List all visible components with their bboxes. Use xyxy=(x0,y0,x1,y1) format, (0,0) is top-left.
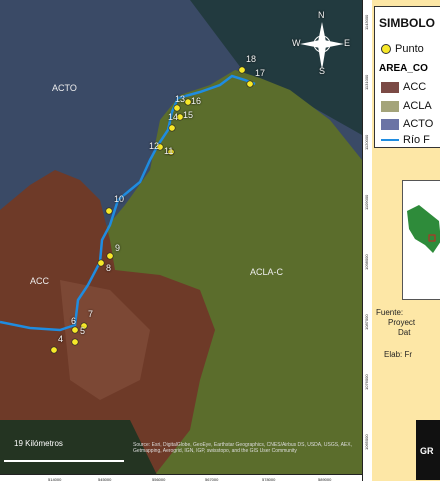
point-label-13: 13 xyxy=(175,94,186,104)
point-label-12: 12 xyxy=(149,141,160,151)
y-tick: 1076000 xyxy=(364,374,369,390)
legend-area-item-acc: ACC xyxy=(381,81,426,93)
y-tick: 1087000 xyxy=(364,314,369,330)
y-tick: 1098000 xyxy=(364,254,369,270)
point-symbol-icon xyxy=(381,44,391,55)
point-label-8: 8 xyxy=(106,263,112,273)
river-line-icon xyxy=(381,139,399,142)
sampling-point-8[interactable] xyxy=(97,259,105,267)
x-coordinate-bar: 514000 545000 556000 567000 578000 58900… xyxy=(0,474,362,481)
source-line: Fuente: xyxy=(376,308,404,317)
y-tick: 1065000 xyxy=(364,434,369,450)
map-frame[interactable]: ACTO ACC ACLA-C N S W E 4 5 6 7 8 9 10 1… xyxy=(0,0,362,481)
legend-area-label: ACTO xyxy=(403,118,434,130)
x-tick: 556000 xyxy=(152,477,166,481)
map-layout: ACTO ACC ACLA-C N S W E 4 5 6 7 8 9 10 1… xyxy=(0,0,440,481)
legend-point-item: Punto xyxy=(381,43,424,55)
point-label-5: 5 xyxy=(80,326,86,336)
point-label-9: 9 xyxy=(115,243,121,253)
sampling-point-6[interactable] xyxy=(71,326,79,334)
source-line: Dat xyxy=(398,328,411,337)
legend-area-label: ACLA xyxy=(403,100,432,112)
x-tick: 578000 xyxy=(262,477,276,481)
point-label-18: 18 xyxy=(246,54,257,64)
point-label-7: 7 xyxy=(88,309,94,319)
point-label-14: 14 xyxy=(168,112,179,122)
scale-bar xyxy=(4,450,124,462)
legend-area-label: ACC xyxy=(403,81,427,93)
acla-swatch-icon xyxy=(381,100,399,112)
legend-area-header: AREA_CO xyxy=(379,63,428,74)
sampling-point-10[interactable] xyxy=(105,207,113,215)
sampling-point-5[interactable] xyxy=(71,338,79,346)
point-label-6: 6 xyxy=(71,316,77,326)
y-tick: 1109000 xyxy=(364,194,369,210)
area-label-acto: ACTO xyxy=(52,83,77,93)
point-label-4: 4 xyxy=(58,334,64,344)
sampling-point-17[interactable] xyxy=(246,80,254,88)
side-panel: SIMBOLO Punto AREA_CO ACC ACLA ACTO Río … xyxy=(372,0,440,481)
elaborated-by: Elab: Fr xyxy=(384,350,413,359)
y-tick: 1131000 xyxy=(364,74,369,90)
legend-point-label: Punto xyxy=(395,43,424,55)
point-label-17: 17 xyxy=(255,68,266,78)
x-tick: 589000 xyxy=(318,477,332,481)
logo-text: GR xyxy=(420,446,434,456)
acc-swatch-icon xyxy=(381,81,399,93)
x-tick: 545000 xyxy=(98,477,112,481)
x-tick: 514000 xyxy=(48,477,62,481)
area-label-acc: ACC xyxy=(30,276,50,286)
area-label-acla-c: ACLA-C xyxy=(250,267,284,277)
north-arrow: N S W E xyxy=(292,10,352,76)
x-tick: 567000 xyxy=(205,477,219,481)
sampling-point-18[interactable] xyxy=(238,66,246,74)
acto-swatch-icon xyxy=(381,118,399,130)
scale-label: 19 Kilómetros xyxy=(14,439,63,448)
y-tick: 1120000 xyxy=(364,134,369,150)
y-tick: 1143000 xyxy=(364,14,369,30)
source-line: Proyect xyxy=(388,318,416,327)
point-label-11: 11 xyxy=(164,146,174,156)
compass-w: W xyxy=(292,38,301,48)
sampling-point-9[interactable] xyxy=(106,252,114,260)
legend-area-item-acla: ACLA xyxy=(381,100,432,112)
legend-river-item: Río F xyxy=(381,134,430,146)
point-label-15: 15 xyxy=(183,110,194,120)
sampling-point-13[interactable] xyxy=(173,104,181,112)
legend-box: SIMBOLO Punto AREA_CO ACC ACLA ACTO Río … xyxy=(374,6,440,148)
logo-block: GR xyxy=(416,420,440,480)
locator-inset-map xyxy=(402,180,440,300)
sampling-point-4[interactable] xyxy=(50,346,58,354)
compass-s: S xyxy=(319,66,326,76)
legend-area-item-acto: ACTO xyxy=(381,118,433,130)
map-attribution: Source: Esri, DigitalGlobe, GeoEye, Eart… xyxy=(133,442,352,454)
compass-e: E xyxy=(344,38,351,48)
point-label-10: 10 xyxy=(114,194,125,204)
sampling-point-14[interactable] xyxy=(168,124,176,132)
costa-rica-locator-icon xyxy=(403,181,440,299)
legend-river-label: Río F xyxy=(403,134,430,146)
source-credits: Fuente: Proyect Dat Elab: Fr xyxy=(372,308,440,360)
legend-title: SIMBOLO xyxy=(379,16,435,30)
compass-n: N xyxy=(318,10,325,20)
point-label-16: 16 xyxy=(191,96,202,106)
